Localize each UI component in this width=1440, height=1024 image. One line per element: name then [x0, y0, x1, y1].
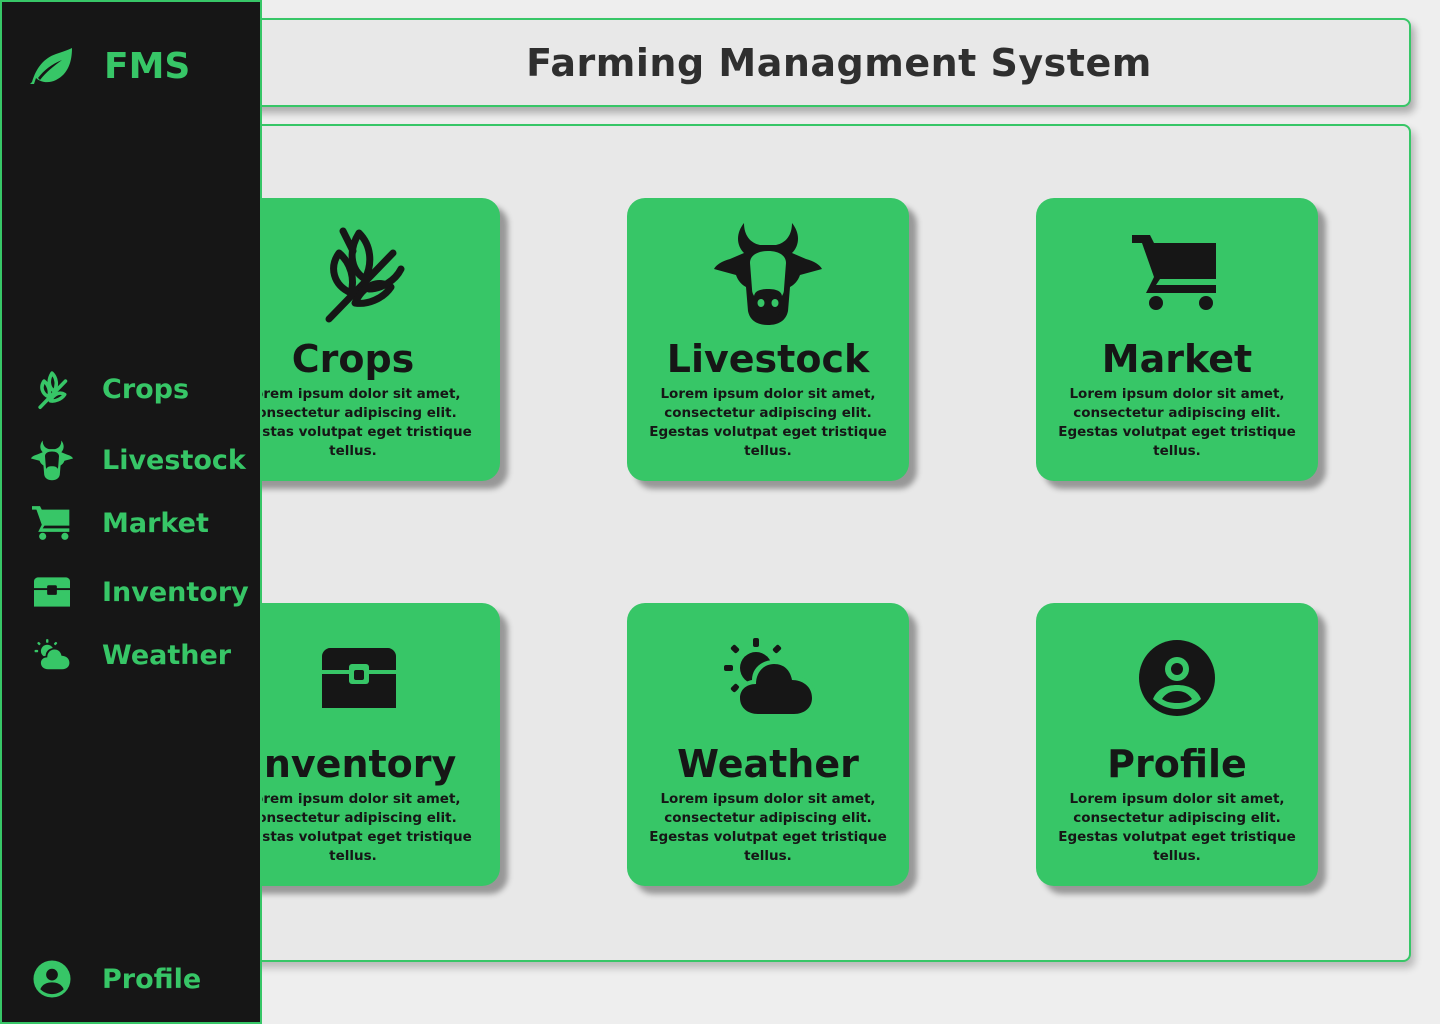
card-profile[interactable]: Profile Lorem ipsum dolor sit amet, cons…	[1036, 603, 1318, 886]
page-title: Farming Managment System	[526, 40, 1152, 85]
card-description: Lorem ipsum dolor sit amet, consectetur …	[649, 791, 887, 864]
sidebar-item-market[interactable]: Market	[30, 500, 209, 546]
sidebar-item-label: Market	[102, 507, 209, 539]
user-circle-icon	[30, 957, 74, 1001]
sidebar-item-label: Livestock	[102, 444, 246, 476]
card-description: Lorem ipsum dolor sit amet, consectetur …	[1058, 386, 1296, 459]
page-header: Farming Managment System	[232, 18, 1411, 107]
chest-icon	[30, 570, 74, 614]
sidebar-item-label: Crops	[102, 373, 190, 405]
sidebar-item-crops[interactable]: Crops	[30, 366, 189, 412]
card-description: Lorem ipsum dolor sit amet, consectetur …	[1058, 791, 1296, 864]
cow-icon	[30, 438, 74, 482]
card-market[interactable]: Market Lorem ipsum dolor sit amet, conse…	[1036, 198, 1318, 481]
sidebar-item-label: Profile	[102, 963, 202, 995]
card-description: Lorem ipsum dolor sit amet, consectetur …	[234, 791, 472, 864]
card-title: Livestock	[666, 337, 870, 381]
sidebar: FMS Crops Livestock Market Inventory Wea…	[0, 0, 262, 1024]
card-description: Lorem ipsum dolor sit amet, consectetur …	[234, 386, 472, 459]
leaf-icon	[30, 48, 72, 84]
app-root: Farming Managment System Crops Lorem ips…	[0, 0, 1440, 1024]
brand-name: FMS	[104, 45, 191, 87]
cow-icon	[627, 218, 909, 328]
sun-cloud-icon	[30, 633, 74, 677]
cart-icon	[30, 501, 74, 545]
card-weather[interactable]: Weather Lorem ipsum dolor sit amet, cons…	[627, 603, 909, 886]
card-livestock[interactable]: Livestock Lorem ipsum dolor sit amet, co…	[627, 198, 909, 481]
sidebar-item-livestock[interactable]: Livestock	[30, 437, 246, 483]
brand-logo[interactable]: FMS	[30, 44, 190, 88]
card-description: Lorem ipsum dolor sit amet, consectetur …	[649, 386, 887, 459]
wheat-icon	[30, 367, 74, 411]
sidebar-item-inventory[interactable]: Inventory	[30, 569, 249, 615]
card-title: Market	[1101, 337, 1253, 381]
sidebar-item-label: Weather	[102, 639, 232, 671]
sidebar-item-profile[interactable]: Profile	[30, 956, 201, 1002]
sidebar-item-label: Inventory	[102, 576, 249, 608]
cart-icon	[1036, 218, 1318, 328]
user-circle-icon	[1036, 623, 1318, 733]
card-title: Profile	[1107, 742, 1247, 786]
card-title: Weather	[677, 742, 859, 786]
sidebar-item-weather[interactable]: Weather	[30, 632, 231, 678]
sun-cloud-icon	[627, 623, 909, 733]
